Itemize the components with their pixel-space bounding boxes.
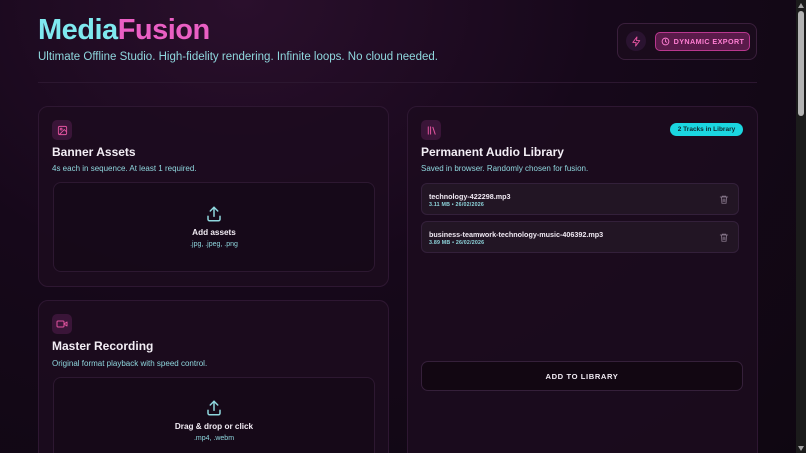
banner-drop-formats: .jpg, .jpeg, .png bbox=[190, 241, 238, 248]
add-to-library-button[interactable]: ADD TO LIBRARY bbox=[421, 361, 743, 391]
audio-library-subtitle: Saved in browser. Randomly chosen for fu… bbox=[421, 164, 589, 173]
upload-icon bbox=[207, 206, 221, 222]
track-row[interactable]: technology-422298.mp3 3.11 MB • 26/02/20… bbox=[421, 183, 739, 215]
caret-down-icon bbox=[798, 445, 804, 451]
trash-icon[interactable] bbox=[719, 232, 729, 243]
track-name: business-teamwork-technology-music-40639… bbox=[429, 230, 604, 239]
header-divider bbox=[38, 82, 757, 83]
export-label: DYNAMIC EXPORT bbox=[673, 37, 745, 46]
page-scrollbar[interactable] bbox=[796, 0, 806, 453]
track-count-badge: 2 Tracks in Library bbox=[670, 123, 743, 136]
recording-dropzone[interactable]: Drag & drop or click .mp4, .webm bbox=[53, 377, 375, 453]
library-icon-box bbox=[421, 120, 441, 140]
upload-icon bbox=[207, 400, 221, 416]
banner-assets-title: Banner Assets bbox=[52, 145, 136, 159]
app-page: MediaFusion Ultimate Offline Studio. Hig… bbox=[0, 0, 796, 453]
caret-up-icon bbox=[798, 2, 804, 8]
master-icon-box bbox=[52, 314, 72, 334]
track-meta: 3.11 MB • 26/02/2026 bbox=[429, 202, 485, 208]
master-recording-title: Master Recording bbox=[52, 339, 154, 353]
master-recording-subtitle: Original format playback with speed cont… bbox=[52, 359, 208, 368]
tagline: Ultimate Offline Studio. High-fidelity r… bbox=[38, 51, 438, 63]
image-icon bbox=[57, 125, 67, 135]
scroll-thumb[interactable] bbox=[798, 11, 804, 116]
trash-icon[interactable] bbox=[719, 194, 729, 205]
banner-assets-subtitle: 4s each in sequence. At least 1 required… bbox=[52, 164, 197, 173]
library-icon bbox=[427, 125, 436, 135]
recording-drop-formats: .mp4, .webm bbox=[193, 435, 235, 442]
track-meta: 3.89 MB • 26/02/2026 bbox=[429, 240, 485, 246]
bolt-icon bbox=[631, 35, 640, 47]
track-name: technology-422298.mp3 bbox=[429, 192, 511, 201]
banner-dropzone[interactable]: Add assets .jpg, .jpeg, .png bbox=[53, 182, 375, 272]
logo-part-media: Media bbox=[38, 14, 118, 46]
banner-icon-box bbox=[52, 120, 72, 140]
clock-icon bbox=[661, 37, 669, 46]
dynamic-export-button[interactable]: DYNAMIC EXPORT bbox=[655, 32, 750, 51]
logo-part-fusion: Fusion bbox=[117, 14, 211, 46]
audio-library-title: Permanent Audio Library bbox=[421, 145, 564, 159]
recording-drop-title: Drag & drop or click bbox=[174, 422, 254, 431]
video-camera-icon bbox=[56, 320, 68, 328]
bolt-button[interactable] bbox=[626, 31, 646, 51]
banner-drop-title: Add assets bbox=[192, 228, 236, 237]
scroll-up-arrow[interactable] bbox=[796, 0, 806, 10]
app-logo: MediaFusion bbox=[38, 14, 210, 47]
scroll-down-arrow[interactable] bbox=[796, 443, 806, 453]
track-row[interactable]: business-teamwork-technology-music-40639… bbox=[421, 221, 739, 253]
